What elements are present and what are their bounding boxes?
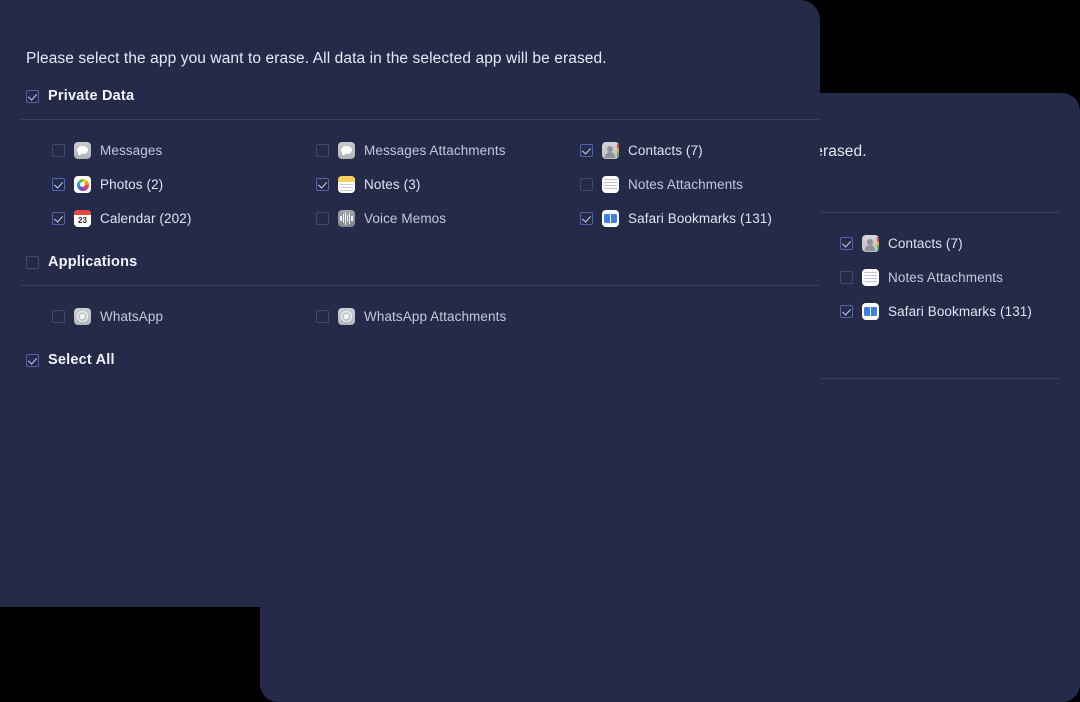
app-label-contacts: Contacts (7)	[628, 143, 703, 158]
checkbox-whatsapp[interactable]	[52, 310, 65, 323]
background-checkbox-notes-attachments[interactable]	[840, 271, 853, 284]
background-app-label: Contacts (7)	[888, 236, 963, 251]
applications-checkbox[interactable]	[26, 255, 39, 269]
app-label-voice-memos: Voice Memos	[364, 211, 447, 226]
app-label-notes: Notes (3)	[364, 177, 421, 192]
contacts-icon	[602, 142, 619, 159]
app-row-calendar[interactable]: 23 Calendar (202)	[52, 210, 191, 227]
app-row-notes[interactable]: Notes (3)	[316, 176, 420, 193]
checkbox-notes[interactable]	[316, 178, 329, 191]
checkbox-photos[interactable]	[52, 178, 65, 191]
calendar-day-number: 23	[78, 216, 87, 225]
app-label-whatsapp-attachments: WhatsApp Attachments	[364, 309, 507, 324]
erase-app-dialog-panel: Please select the app you want to erase.…	[0, 0, 820, 607]
checkbox-safari-bookmarks[interactable]	[580, 212, 593, 225]
app-label-messages-attachments: Messages Attachments	[364, 143, 506, 158]
whatsapp-attachments-icon	[338, 308, 355, 325]
checkbox-contacts[interactable]	[580, 144, 593, 157]
app-label-calendar: Calendar (202)	[100, 211, 192, 226]
private-data-checkbox[interactable]	[26, 89, 39, 103]
background-checkbox-contacts[interactable]	[840, 237, 853, 250]
background-app-label: Notes Attachments	[888, 270, 1004, 285]
erase-app-dialog-content: Please select the app you want to erase.…	[0, 0, 820, 607]
background-app-row[interactable]: Safari Bookmarks (131)	[840, 303, 1032, 320]
app-row-whatsapp[interactable]: WhatsApp	[52, 308, 163, 325]
private-data-label: Private Data	[48, 88, 135, 104]
checkbox-messages-attachments[interactable]	[316, 144, 329, 157]
messages-attachments-icon	[338, 142, 355, 159]
whatsapp-icon	[74, 308, 91, 325]
app-row-notes-attachments[interactable]: Notes Attachments	[580, 176, 743, 193]
background-checkbox-safari-bookmarks[interactable]	[840, 305, 853, 318]
app-label-messages: Messages	[100, 143, 163, 158]
select-all-label: Select All	[48, 352, 115, 368]
divider-private-data	[20, 119, 820, 120]
group-header-applications[interactable]: Applications	[26, 254, 137, 270]
app-row-safari-bookmarks[interactable]: Safari Bookmarks (131)	[580, 210, 772, 227]
notes-attachments-icon	[862, 269, 879, 286]
background-app-row[interactable]: Contacts (7)	[840, 235, 963, 252]
checkbox-voice-memos[interactable]	[316, 212, 329, 225]
voice-memos-icon	[338, 210, 355, 227]
app-row-messages[interactable]: Messages	[52, 142, 162, 159]
safari-bookmarks-icon	[862, 303, 879, 320]
intro-text: Please select the app you want to erase.…	[26, 50, 607, 67]
calendar-icon: 23	[74, 210, 91, 227]
app-row-whatsapp-attachments[interactable]: WhatsApp Attachments	[316, 308, 506, 325]
notes-icon	[338, 176, 355, 193]
divider-applications	[20, 285, 820, 286]
checkbox-whatsapp-attachments[interactable]	[316, 310, 329, 323]
app-row-photos[interactable]: Photos (2)	[52, 176, 163, 193]
app-label-photos: Photos (2)	[100, 177, 164, 192]
checkbox-calendar[interactable]	[52, 212, 65, 225]
app-row-voice-memos[interactable]: Voice Memos	[316, 210, 446, 227]
checkbox-messages[interactable]	[52, 144, 65, 157]
app-label-safari-bookmarks: Safari Bookmarks (131)	[628, 211, 773, 226]
select-all-row[interactable]: Select All	[26, 352, 115, 368]
safari-bookmarks-icon	[602, 210, 619, 227]
select-all-checkbox[interactable]	[26, 353, 39, 367]
background-app-row[interactable]: Notes Attachments	[840, 269, 1003, 286]
group-header-private-data[interactable]: Private Data	[26, 88, 134, 104]
applications-label: Applications	[48, 254, 138, 270]
app-row-contacts[interactable]: Contacts (7)	[580, 142, 703, 159]
checkbox-notes-attachments[interactable]	[580, 178, 593, 191]
app-label-notes-attachments: Notes Attachments	[628, 177, 744, 192]
notes-attachments-icon	[602, 176, 619, 193]
app-label-whatsapp: WhatsApp	[100, 309, 164, 324]
photos-icon	[74, 176, 91, 193]
app-row-messages-attachments[interactable]: Messages Attachments	[316, 142, 506, 159]
contacts-icon	[862, 235, 879, 252]
background-app-label: Safari Bookmarks (131)	[888, 304, 1033, 319]
messages-icon	[74, 142, 91, 159]
